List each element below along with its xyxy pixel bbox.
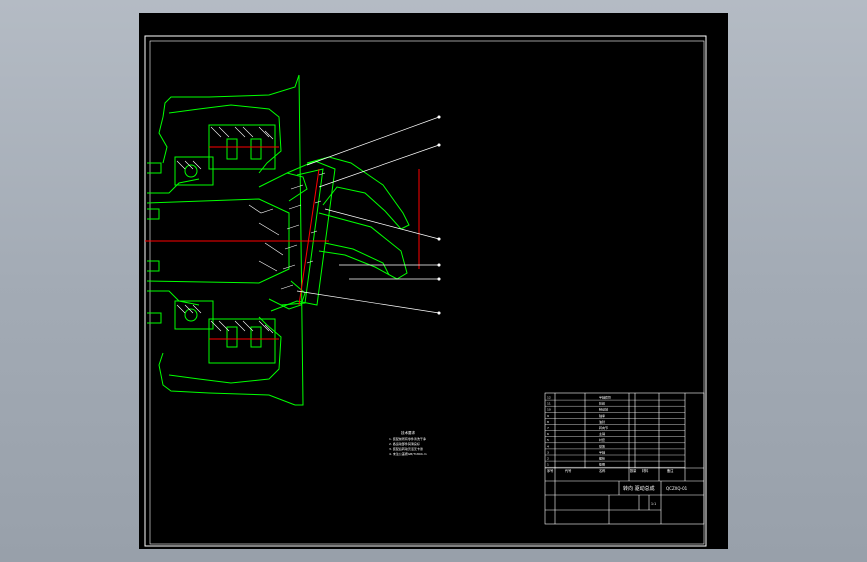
parts-row-number: 8 xyxy=(547,420,549,424)
parts-header-material: 材料 xyxy=(642,468,649,473)
drawing-sheet: 技术要求 1. 装配前所有零件清洗干净 2. 各运动部件润滑良好 3. 装配后转… xyxy=(144,35,707,547)
parts-row-name: 轮毂 xyxy=(599,401,605,406)
outer-border xyxy=(144,35,707,547)
leader-line-2 xyxy=(318,144,440,188)
note-line: 1. 装配前所有零件清洗干净 xyxy=(389,436,426,441)
steering-arm xyxy=(306,156,410,230)
drawing-scale: 1:1 xyxy=(651,502,656,506)
parts-header-name: 名称 xyxy=(599,468,606,473)
notes-heading: 技术要求 xyxy=(401,430,415,435)
parts-header-no: 序号 xyxy=(547,468,553,473)
parts-row-number: 11 xyxy=(547,402,551,406)
parts-row-number: 9 xyxy=(547,414,549,418)
parts-header-remark: 备注 xyxy=(667,468,674,473)
parts-row-name: 主销 xyxy=(599,431,605,436)
parts-row-number: 4 xyxy=(547,444,549,448)
parts-row-name: 轴承 xyxy=(599,413,605,418)
parts-row-number: 7 xyxy=(547,426,549,430)
parts-row-name: 垫圈 xyxy=(599,462,605,467)
parts-row-name: 油封 xyxy=(599,419,605,424)
parts-row-number: 1 xyxy=(547,463,549,467)
cad-drawing-viewport[interactable]: 技术要求 1. 装配前所有零件清洗干净 2. 各运动部件润滑良好 3. 装配后转… xyxy=(139,13,728,549)
assembly-drawing xyxy=(146,74,410,406)
kingpin-axis xyxy=(298,168,320,306)
leader-line-6 xyxy=(296,290,440,314)
parts-row-name: 半轴套管 xyxy=(599,395,611,400)
parts-row-name: 球笼 xyxy=(599,443,605,448)
title-block xyxy=(544,392,705,525)
drawing-number: QCZXQ-01 xyxy=(666,486,688,491)
parts-row-name: 螺栓 xyxy=(599,456,605,461)
parts-row-number: 5 xyxy=(547,438,549,442)
note-line: 3. 装配后转动灵活无卡滞 xyxy=(389,446,423,451)
kingpin-housing xyxy=(270,160,336,312)
technical-notes: 技术要求 1. 装配前所有零件清洗干净 2. 各运动部件润滑良好 3. 装配后转… xyxy=(389,430,427,456)
parts-header-qty: 数量 xyxy=(630,468,637,473)
parts-list: 12 半轴套管 11 轮毂 10 制动鼓 9 轴承 8 油封 7 转向节 6 主销 5 衬套 4 球笼 3 半轴 2 螺栓… xyxy=(545,395,685,468)
drawing-title: 转向 驱动总成 xyxy=(623,485,655,492)
note-line: 2. 各运动部件润滑良好 xyxy=(389,441,420,446)
parts-header-code: 代号 xyxy=(565,468,571,473)
leader-line-3 xyxy=(324,208,440,240)
parts-row-name: 衬套 xyxy=(599,437,605,442)
inner-border xyxy=(149,40,705,545)
parts-row-name: 半轴 xyxy=(599,449,605,454)
note-line: 4. 未注公差按GB/T1804-m xyxy=(389,451,427,456)
parts-row-name: 转向节 xyxy=(599,425,608,430)
parts-row-number: 12 xyxy=(547,396,551,400)
parts-row-number: 3 xyxy=(547,450,549,454)
parts-row-number: 6 xyxy=(547,432,549,436)
leader-line-1 xyxy=(306,116,440,166)
title-block-frame xyxy=(544,392,705,525)
parts-row-number: 2 xyxy=(547,457,549,461)
parts-row-name: 制动鼓 xyxy=(599,407,608,412)
parts-row-number: 10 xyxy=(547,408,551,412)
